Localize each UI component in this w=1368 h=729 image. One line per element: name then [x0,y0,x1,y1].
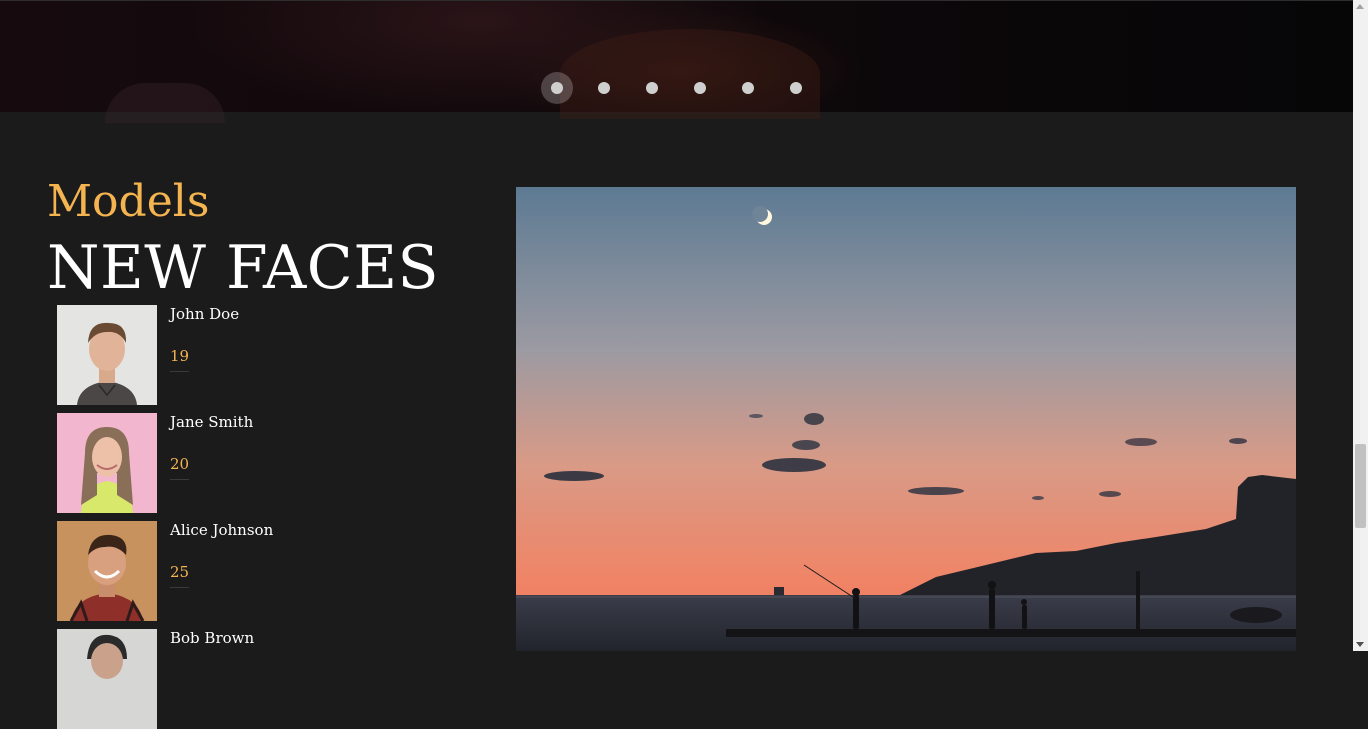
model-photo[interactable] [57,305,157,405]
model-card[interactable]: Bob Brown [57,629,357,729]
model-age: 20 [170,455,190,480]
carousel-dot-4[interactable] [694,82,706,94]
model-card[interactable]: Alice Johnson 25 [57,521,357,621]
scroll-up-arrow-icon[interactable] [1356,4,1364,9]
scrollbar-thumb[interactable] [1355,444,1366,528]
carousel-dot-5[interactable] [742,82,754,94]
model-photo[interactable] [57,629,157,729]
hero-image-hand [105,83,225,123]
model-photo[interactable] [57,413,157,513]
model-card[interactable]: Jane Smith 20 [57,413,357,513]
model-name[interactable]: Alice Johnson [170,521,273,539]
hero-image-hair [560,29,820,119]
section-subtitle: Models [47,176,210,227]
model-name[interactable]: Jane Smith [170,413,253,431]
carousel-dot-active[interactable] [541,72,573,104]
model-age: 25 [170,563,190,588]
model-name[interactable]: Bob Brown [170,629,254,647]
scroll-down-arrow-icon[interactable] [1356,642,1364,647]
page-scrollbar[interactable] [1353,0,1368,651]
carousel-dot-6[interactable] [790,82,802,94]
model-age: 19 [170,347,190,372]
carousel-dot-3[interactable] [646,82,658,94]
model-photo[interactable] [57,521,157,621]
hero-carousel [0,0,1353,123]
carousel-dot-2[interactable] [598,82,610,94]
model-name[interactable]: John Doe [170,305,239,323]
carousel-dot-1[interactable] [551,82,563,94]
feature-image-sunset [516,187,1296,651]
section-title: NEW FACES [47,233,440,303]
model-card[interactable]: John Doe 19 [57,305,357,405]
